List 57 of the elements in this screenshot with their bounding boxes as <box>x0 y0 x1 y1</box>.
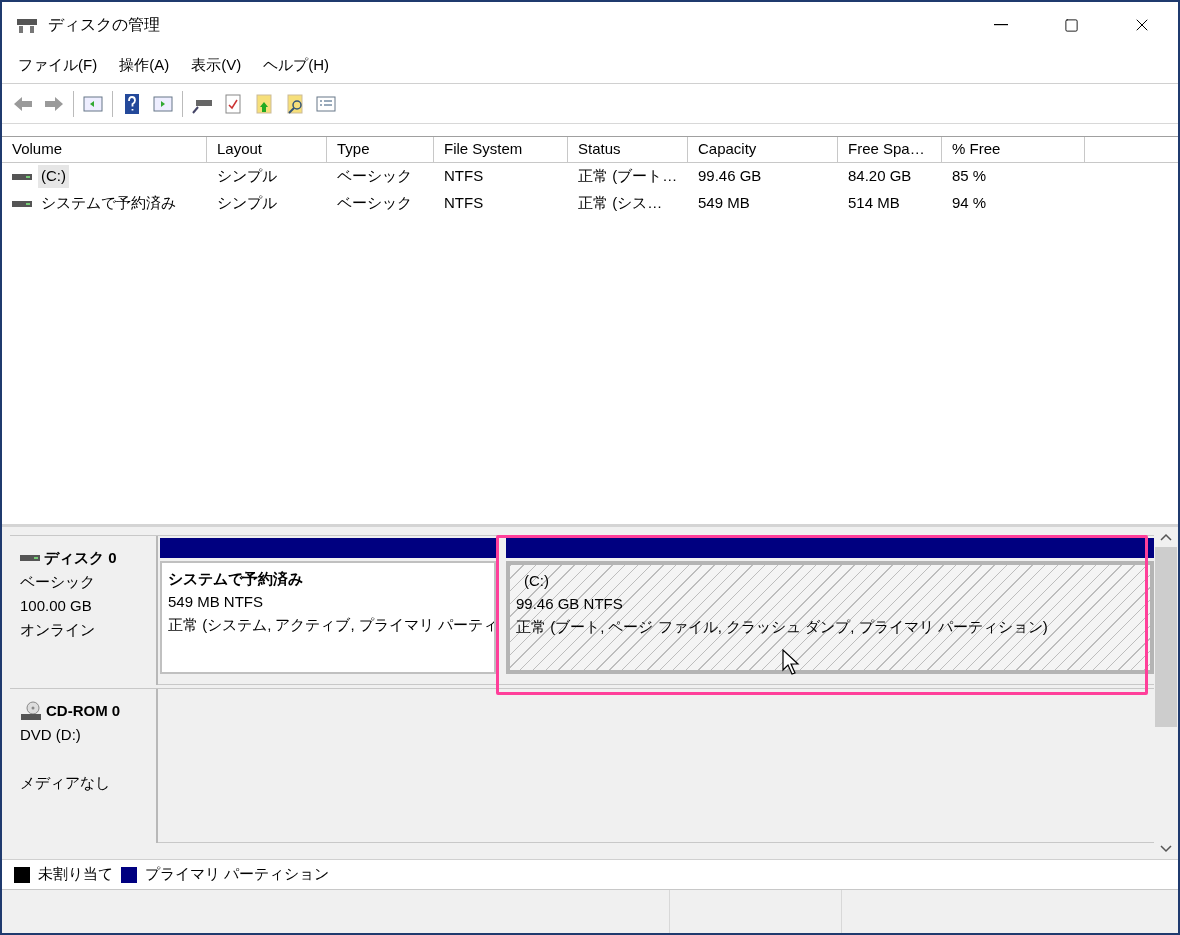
table-cell-text: シンプル <box>217 193 277 214</box>
drive-icon <box>12 172 32 181</box>
disk-name: CD-ROM 0 <box>46 700 121 721</box>
maximize-icon <box>1063 17 1079 33</box>
partition-size: 549 MB NTFS <box>168 592 265 612</box>
column-header[interactable]: Capacity <box>688 137 838 163</box>
disk-type: DVD (D:) <box>20 725 82 745</box>
menu-item[interactable]: 操作(A) <box>111 54 178 77</box>
scrollbar-thumb[interactable] <box>1155 547 1177 727</box>
partition-box[interactable]: (C:) 99.46 GB NTFS 正常 (ブート, ページ ファイル, クラッシュ ダンプ, プライマリ パーティション) <box>506 561 1154 674</box>
disk-management-icon <box>16 16 38 34</box>
partition-size: 99.46 GB NTFS <box>516 594 624 614</box>
minimize-icon <box>994 24 1008 26</box>
table-cell[interactable]: システムで予約済み <box>38 192 179 215</box>
table-cell-text: 85 % <box>952 166 987 187</box>
table-cell-text: 514 MB <box>848 193 900 214</box>
column-header[interactable]: Layout <box>207 137 327 163</box>
legend-label: プライマリ パーティション <box>145 864 330 885</box>
column-header[interactable]: File System <box>434 137 568 163</box>
menu-item[interactable]: ヘルプ(H) <box>255 54 337 77</box>
table-cell-text: ベーシック <box>337 193 412 214</box>
disk-status: メディアなし <box>20 773 111 793</box>
legend-label: 未割り当て <box>38 864 113 885</box>
table-cell-text: 84.20 GB <box>848 166 912 187</box>
drive-icon <box>20 554 40 562</box>
disk-label-panel[interactable]: ディスク 0 ベーシック 100.00 GB オンライン <box>10 536 158 685</box>
table-cell-text: 94 % <box>952 193 987 214</box>
cd-drive-icon <box>20 701 42 721</box>
table-cell-text: 正常 (ブート… <box>578 166 678 187</box>
table-cell-text: シンプル <box>217 166 277 187</box>
table-cell-text: NTFS <box>444 193 484 214</box>
table-cell-text: 正常 (シス… <box>578 193 663 214</box>
window-title: ディスクの管理 <box>48 15 160 35</box>
disk-type: ベーシック <box>20 572 96 592</box>
disk-status: オンライン <box>20 620 96 640</box>
disk-size: 100.00 GB <box>20 596 93 616</box>
column-header[interactable]: Free Spa… <box>838 137 942 163</box>
disk-label-panel[interactable]: CD-ROM 0 DVD (D:) メディアなし <box>10 689 158 843</box>
partition-name: システムで予約済み <box>168 569 304 589</box>
table-cell-text: 549 MB <box>698 193 750 214</box>
partition-status: 正常 (システム, アクティブ, プライマリ パーティ <box>168 615 494 635</box>
mouse-cursor-icon <box>782 649 802 677</box>
partition-status: 正常 (ブート, ページ ファイル, クラッシュ ダンプ, プライマリ パーティション) <box>516 617 1049 637</box>
column-header[interactable]: Status <box>568 137 688 163</box>
table-cell-text: NTFS <box>444 166 484 187</box>
partition-name: (C:) <box>523 571 550 591</box>
menu-item[interactable]: 表示(V) <box>183 54 250 77</box>
column-header[interactable]: % Free <box>942 137 1085 163</box>
table-cell[interactable]: (C:) <box>38 165 69 188</box>
menu-item[interactable]: ファイル(F) <box>10 54 106 77</box>
drive-icon <box>12 199 32 208</box>
table-cell-text: ベーシック <box>337 166 412 187</box>
table-cell-text: 99.46 GB <box>698 166 762 187</box>
disk-name: ディスク 0 <box>44 547 117 568</box>
column-header[interactable]: Volume <box>2 137 207 163</box>
column-header[interactable]: Type <box>327 137 434 163</box>
partition-box[interactable]: システムで予約済み 549 MB NTFS 正常 (システム, アクティブ, プライマリ パーティ <box>160 561 496 674</box>
